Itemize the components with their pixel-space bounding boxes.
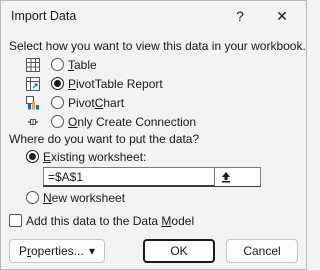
option-existing-worksheet-label: Existing worksheet:	[43, 150, 147, 164]
radio-pivotchart[interactable]	[51, 96, 64, 109]
ok-button[interactable]: OK	[143, 239, 215, 263]
option-connection-label: Only Create Connection	[68, 115, 197, 129]
option-pivottable-report[interactable]: PivotTable Report	[26, 75, 196, 93]
properties-label-post: operties...	[30, 244, 84, 258]
range-input-value: =$A$1	[48, 170, 84, 184]
option-table-label: Table	[68, 58, 97, 72]
collapse-dialog-button[interactable]	[214, 168, 260, 186]
option-only-create-connection[interactable]: Only Create Connection	[26, 113, 206, 131]
option-pivottable-label: PivotTable Report	[68, 77, 163, 91]
import-data-dialog: Import Data ? ✕ Select how you want to v…	[0, 0, 307, 270]
properties-label-pre: P	[18, 244, 27, 258]
connection-icon	[28, 119, 38, 125]
radio-existing-worksheet[interactable]	[26, 150, 39, 163]
chevron-down-icon: ▾	[89, 244, 96, 258]
view-section-label: Select how you want to view this data in…	[9, 39, 306, 53]
pivottable-icon	[26, 77, 40, 91]
location-section-label: Where do you want to put the data?	[9, 132, 200, 146]
radio-pivottable-report[interactable]	[51, 77, 64, 90]
option-new-worksheet-label: New worksheet	[43, 191, 126, 205]
data-model-checkbox[interactable]	[9, 214, 22, 227]
cancel-button[interactable]: Cancel	[226, 239, 298, 263]
pivotchart-icon	[26, 96, 39, 110]
option-existing-worksheet[interactable]: Existing worksheet:	[26, 148, 176, 166]
radio-new-worksheet[interactable]	[26, 191, 39, 204]
option-pivotchart-label: PivotChart	[68, 96, 125, 110]
close-button[interactable]: ✕	[271, 5, 293, 27]
data-model-checkbox-row[interactable]: Add this data to the Data Model	[9, 212, 209, 230]
dialog-title: Import Data	[11, 9, 77, 23]
data-model-label: Add this data to the Data Model	[26, 214, 195, 228]
collapse-arrow-icon	[222, 172, 230, 183]
table-icon	[26, 58, 40, 72]
radio-table[interactable]	[51, 58, 64, 71]
option-table[interactable]: Table	[26, 56, 146, 74]
radio-only-create-connection[interactable]	[51, 115, 64, 128]
title-bar: Import Data ? ✕	[1, 1, 306, 33]
option-pivotchart[interactable]: PivotChart	[26, 94, 166, 112]
properties-button[interactable]: Properties... ▾	[9, 239, 105, 263]
help-button[interactable]: ?	[230, 5, 250, 27]
option-new-worksheet[interactable]: New worksheet	[26, 189, 156, 207]
